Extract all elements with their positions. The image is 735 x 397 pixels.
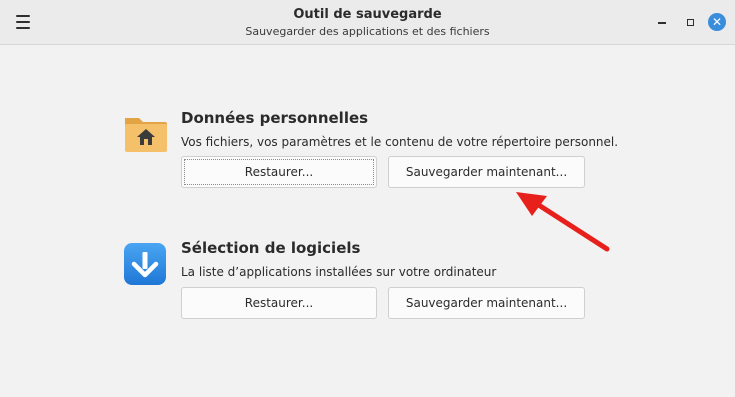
window-subtitle: Sauvegarder des applications et des fich… bbox=[245, 25, 490, 38]
section-description: Vos fichiers, vos paramètres et le conte… bbox=[181, 135, 619, 149]
close-icon[interactable]: ✕ bbox=[708, 13, 726, 31]
home-folder-icon bbox=[122, 112, 168, 158]
restore-software-button[interactable]: Restaurer... bbox=[181, 287, 377, 319]
restore-personal-data-button[interactable]: Restaurer... bbox=[181, 156, 377, 188]
maximize-icon[interactable] bbox=[681, 13, 699, 31]
download-arrow-icon bbox=[122, 242, 168, 288]
section-description: La liste d’applications installées sur v… bbox=[181, 265, 497, 279]
section-title: Données personnelles bbox=[181, 109, 369, 127]
minimize-icon[interactable] bbox=[653, 13, 671, 31]
backup-software-button[interactable]: Sauvegarder maintenant... bbox=[388, 287, 585, 319]
window-title: Outil de sauvegarde bbox=[293, 7, 442, 22]
backup-personal-data-button[interactable]: Sauvegarder maintenant... bbox=[388, 156, 585, 188]
title-bar: Outil de sauvegarde Sauvegarder des appl… bbox=[0, 0, 735, 45]
section-title: Sélection de logiciels bbox=[181, 239, 361, 257]
annotation-arrow-icon bbox=[516, 192, 610, 252]
title-area: Outil de sauvegarde Sauvegarder des appl… bbox=[0, 7, 735, 39]
